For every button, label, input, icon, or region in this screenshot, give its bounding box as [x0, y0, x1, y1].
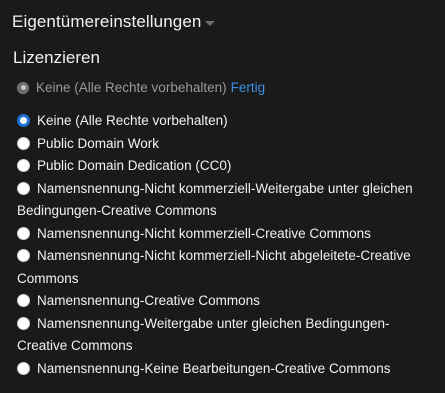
license-option-radio[interactable]: [17, 159, 30, 172]
license-option-radio[interactable]: [17, 181, 30, 195]
current-license-radio-icon: [17, 81, 29, 94]
owner-settings-title: Eigentümereinstellungen: [12, 12, 202, 31]
license-option-radio[interactable]: [17, 294, 30, 307]
done-link[interactable]: Fertig: [231, 80, 266, 95]
owner-settings-header[interactable]: Eigentümereinstellungen: [12, 12, 216, 32]
license-option-radio[interactable]: [17, 249, 30, 262]
license-option[interactable]: Namensnennung-Keine Bearbeitungen-Creati…: [17, 358, 437, 381]
license-option[interactable]: Namensnennung-Nicht kommerziell-Nicht ab…: [17, 245, 437, 290]
license-option[interactable]: Namensnennung-Weitergabe unter gleichen …: [17, 313, 437, 358]
license-option-label: Namensnennung-Nicht kommerziell-Creative…: [37, 225, 371, 241]
license-option[interactable]: Namensnennung-Creative Commons: [17, 290, 437, 313]
license-option[interactable]: Public Domain Dedication (CC0): [17, 155, 437, 178]
license-option-radio[interactable]: [17, 136, 30, 150]
license-option[interactable]: Namensnennung-Nicht kommerziell-Creative…: [17, 223, 437, 246]
license-option-label: Public Domain Dedication (CC0): [37, 158, 232, 173]
license-option-radio[interactable]: [17, 316, 30, 330]
current-license-row: Keine (Alle Rechte vorbehalten) Fertig: [17, 80, 265, 95]
license-option-label: Namensnennung-Weitergabe unter gleichen …: [17, 315, 390, 354]
license-option-radio[interactable]: [17, 114, 30, 127]
license-option-radio[interactable]: [17, 361, 30, 375]
license-option-label: Namensnennung-Creative Commons: [37, 293, 260, 308]
license-option-label: Public Domain Work: [37, 135, 160, 151]
owner-settings-panel: Eigentümereinstellungen Lizenzieren Kein…: [0, 0, 445, 393]
license-option-label: Namensnennung-Keine Bearbeitungen-Creati…: [37, 360, 391, 376]
caret-down-icon[interactable]: [205, 21, 216, 26]
license-option-label: Keine (Alle Rechte vorbehalten): [37, 113, 228, 128]
current-license-label: Keine (Alle Rechte vorbehalten): [36, 80, 227, 95]
license-option-label: Namensnennung-Nicht kommerziell-Weiterga…: [17, 180, 413, 219]
license-option-label: Namensnennung-Nicht kommerziell-Nicht ab…: [17, 248, 411, 286]
license-options-list: Keine (Alle Rechte vorbehalten) Public Do…: [17, 110, 437, 380]
license-option-radio[interactable]: [17, 226, 30, 240]
license-option[interactable]: Namensnennung-Nicht kommerziell-Weiterga…: [17, 178, 437, 223]
license-option[interactable]: Keine (Alle Rechte vorbehalten): [17, 110, 437, 133]
license-option[interactable]: Public Domain Work: [17, 133, 437, 156]
license-section-title: Lizenzieren: [13, 48, 100, 67]
